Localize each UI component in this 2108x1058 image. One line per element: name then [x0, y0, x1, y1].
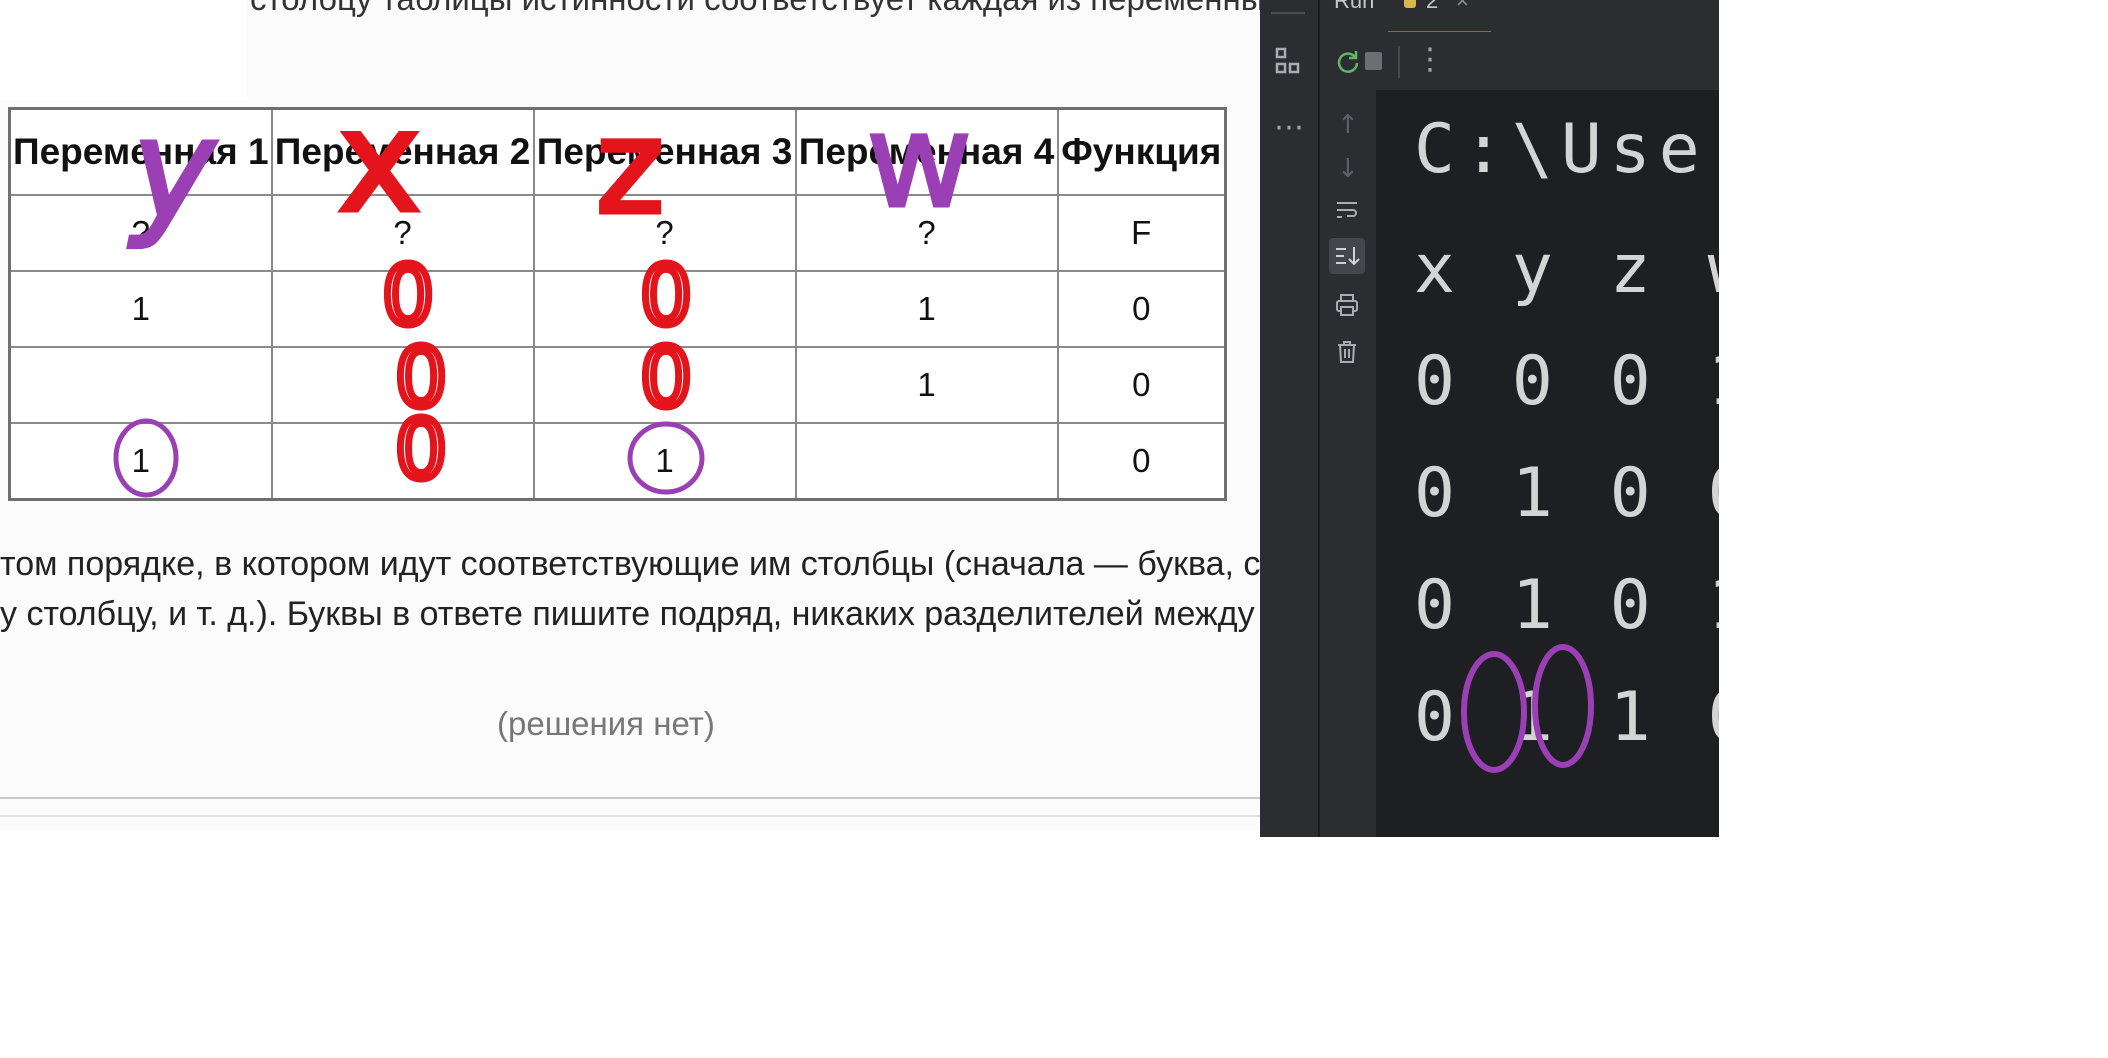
table-cell: [270, 346, 535, 424]
ide-tab-bar: Run 2 ×: [1320, 0, 1719, 35]
no-solution-link[interactable]: (решения нет): [497, 705, 715, 743]
table-cell: F: [1056, 194, 1227, 272]
table-row: ? ? ? ? F: [8, 194, 1227, 272]
table-cell: 1: [532, 422, 797, 501]
table-cell: ?: [8, 194, 273, 272]
options-icon[interactable]: ⋮: [1415, 42, 1445, 77]
table-cell: [270, 270, 535, 348]
table-cell: [270, 422, 535, 501]
tab-label: 2: [1426, 0, 1439, 13]
table-cell: [8, 346, 273, 424]
console-line: 0 1 1 0: [1414, 678, 1719, 757]
toolbar-separator: [1398, 46, 1400, 78]
console-line: 0 0 0 1: [1414, 342, 1719, 421]
table-cell: 0: [1056, 270, 1227, 348]
console-gutter: ↑ ↓: [1320, 90, 1376, 837]
up-arrow-icon[interactable]: ↑: [1337, 110, 1359, 140]
table-cell: 0: [1056, 346, 1227, 424]
table-row: 1 1 0: [8, 422, 1227, 501]
run-toolbar: ⋮: [1320, 32, 1719, 90]
header-variable-3: Переменная 3: [532, 107, 797, 196]
more-icon[interactable]: ⋯: [1274, 110, 1304, 145]
table-cell: [532, 346, 797, 424]
header-variable-1: Переменная 1: [8, 107, 273, 196]
document-margin: [0, 0, 247, 100]
table-cell: 1: [794, 270, 1059, 348]
console-line: x y z w: [1414, 230, 1719, 309]
table-cell: 0: [1056, 422, 1227, 501]
rerun-icon[interactable]: [1334, 48, 1362, 81]
table-header-row: Переменная 1 Переменная 2 Переменная 3 П…: [8, 107, 1227, 196]
soft-wrap-icon[interactable]: [1333, 198, 1361, 226]
trash-icon[interactable]: [1333, 338, 1361, 370]
divider: [0, 815, 1262, 817]
console-line: C:\Users\: [1414, 110, 1719, 189]
table-cell: ?: [532, 194, 797, 272]
structure-icon[interactable]: [1274, 46, 1302, 80]
ide-run-panel: ⋯ Run 2 × ⋮ ↑ ↓ C:\Users\: [1260, 0, 1719, 837]
tab-run[interactable]: Run: [1334, 0, 1374, 14]
stop-icon[interactable]: [1365, 52, 1382, 70]
tab-2[interactable]: 2 ×: [1388, 0, 1491, 35]
console-line: 0 1 0 0: [1414, 454, 1719, 533]
truth-table: Переменная 1 Переменная 2 Переменная 3 П…: [8, 107, 1227, 501]
table-row: 1 1 0: [8, 270, 1227, 348]
print-icon[interactable]: [1333, 292, 1361, 322]
task-text-line-1: том порядке, в котором идут соответствую…: [0, 545, 1262, 583]
header-variable-2: Переменная 2: [270, 107, 535, 196]
table-cell: [794, 422, 1059, 501]
header-function: Функция: [1056, 107, 1227, 196]
python-icon: [1404, 0, 1416, 8]
task-text-line-2: у столбцу, и т. д.). Буквы в ответе пиши…: [0, 595, 1262, 633]
close-icon[interactable]: ×: [1456, 0, 1469, 14]
table-cell: 1: [8, 422, 273, 501]
down-arrow-icon[interactable]: ↓: [1337, 154, 1359, 184]
divider: [0, 797, 1262, 799]
ide-tool-strip: ⋯: [1260, 0, 1320, 837]
table-row: 1 0: [8, 346, 1227, 424]
table-cell: ?: [270, 194, 535, 272]
table-cell: 1: [794, 346, 1059, 424]
scroll-to-end-icon[interactable]: [1329, 238, 1365, 274]
document-panel: столбцу таблицы истинности соответствует…: [0, 0, 1262, 830]
header-variable-4: Переменная 4: [794, 107, 1059, 196]
table-cell: 1: [8, 270, 273, 348]
console-line: 0 1 0 1: [1414, 566, 1719, 645]
table-cell: [532, 270, 797, 348]
console-output[interactable]: C:\Users\ x y z w 0 0 0 1 0 1 0 0 0 1 0 …: [1376, 90, 1719, 837]
task-text-top: столбцу таблицы истинности соответствует…: [250, 0, 1262, 18]
table-cell: ?: [794, 194, 1059, 272]
